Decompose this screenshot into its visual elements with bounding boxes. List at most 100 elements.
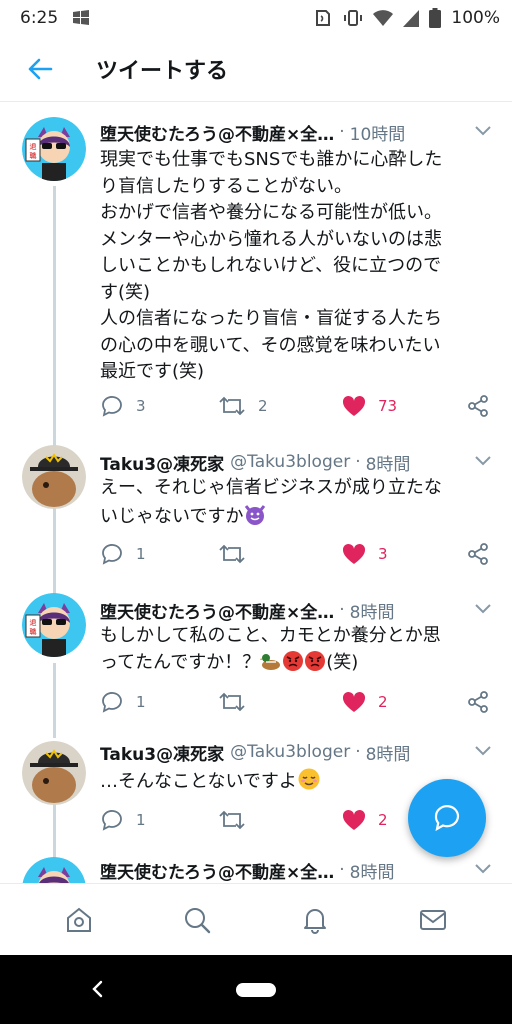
tweet-line: えー、それじゃ信者ビジネスが成り立たな <box>100 477 442 498</box>
avatar[interactable] <box>22 857 86 883</box>
tweet-line: いじゃないですか <box>100 505 244 527</box>
tweet-menu-button[interactable] <box>474 452 492 472</box>
reply-bubble-icon <box>434 805 460 832</box>
page-title: ツイートする <box>96 58 229 84</box>
home-icon <box>67 907 91 932</box>
nfc-icon <box>316 10 331 26</box>
chevron-down-icon <box>475 126 491 136</box>
tweet-line: 人の信者になったり盲信・盲従する人たち <box>100 308 442 329</box>
compose-reply-button[interactable] <box>408 779 486 857</box>
reply-count: 1 <box>136 545 146 563</box>
like-count: 3 <box>378 545 388 563</box>
like-button[interactable]: 73 <box>342 395 397 417</box>
tweet-line: しいことかもしれないけど、役に立つので <box>100 255 442 276</box>
reply-button[interactable]: 3 <box>100 395 146 417</box>
back-button[interactable] <box>12 41 68 97</box>
like-count: 2 <box>378 811 388 829</box>
tweet-time[interactable]: 8時間 <box>366 740 411 765</box>
avatar[interactable]: 退 職 <box>22 117 86 181</box>
author-handle[interactable]: @Taku3bloger <box>230 452 350 472</box>
tweet-time[interactable]: 8時間 <box>350 858 395 883</box>
tweet-menu-button[interactable] <box>474 742 492 762</box>
reply-button[interactable]: 1 <box>100 543 146 565</box>
reply-button[interactable]: 1 <box>100 691 146 713</box>
retweet-button[interactable]: 2 <box>218 396 268 416</box>
separator-dot: · <box>339 122 345 142</box>
share-button[interactable] <box>466 690 490 714</box>
thread-connector <box>53 663 56 738</box>
retweet-button[interactable] <box>218 692 246 712</box>
tweet-menu-button[interactable] <box>474 600 492 620</box>
tweet-menu-button[interactable] <box>474 122 492 142</box>
thread-connector <box>53 509 56 599</box>
tweet-actions: 3 2 73 <box>100 391 492 421</box>
author-name[interactable]: 堕天使むたろう@不動産×全… <box>100 858 334 883</box>
tweet-line: おかげで信者や養分になる可能性が低い。 <box>100 202 442 223</box>
author-name[interactable]: Taku3@凍死家 <box>100 450 224 475</box>
retweet-icon <box>219 544 245 564</box>
bottom-navigation <box>0 883 512 955</box>
angry-face-emoji-icon <box>282 650 304 681</box>
tweet-menu-button[interactable] <box>474 860 492 880</box>
system-home-pill[interactable] <box>236 983 276 997</box>
retweet-icon <box>219 396 245 416</box>
author-name[interactable]: Taku3@凍死家 <box>100 740 224 765</box>
tweet-line: の心の中を覗いて、その感覚を味わいたい <box>100 334 441 356</box>
app-header: ツイートする <box>0 36 512 102</box>
share-icon <box>468 691 488 713</box>
author-name[interactable]: 堕天使むたろう@不動産×全… <box>100 120 334 145</box>
tweet-text: もしかして私のこと、カモとか養分とか思 ってたんですか！？ (笑) <box>100 623 492 680</box>
tweet-header: Taku3@凍死家 @Taku3bloger · 8時間 <box>100 737 492 767</box>
share-button[interactable] <box>466 394 490 418</box>
battery-icon <box>429 8 442 28</box>
avatar[interactable] <box>22 445 86 509</box>
nav-notifications[interactable] <box>285 890 345 950</box>
status-bar: 6:25 100% <box>0 0 512 36</box>
bunny-hat-avatar-icon <box>22 741 86 805</box>
tweet-header: 堕天使むたろう@不動産×全… · 10時間 <box>100 117 492 147</box>
retweet-icon <box>219 810 245 830</box>
avatar[interactable]: 退 職 <box>22 593 86 657</box>
status-time: 6:25 <box>20 8 59 28</box>
chevron-down-icon <box>475 604 491 614</box>
tweet-line-with-emoji: ってたんですか！？ (笑) <box>100 650 492 681</box>
wifi-icon <box>373 10 394 26</box>
heart-filled-icon <box>342 691 366 712</box>
reply-count: 3 <box>136 397 146 415</box>
tweet-time[interactable]: 8時間 <box>366 450 411 475</box>
nav-messages[interactable] <box>403 890 463 950</box>
tweet-time[interactable]: 8時間 <box>350 598 395 623</box>
author-handle[interactable]: @Taku3bloger <box>230 742 350 762</box>
tweet-text: えー、それじゃ信者ビジネスが成り立たな いじゃないですか <box>100 475 492 534</box>
tweet-header: 堕天使むたろう@不動産×全… · 8時間 <box>100 595 492 625</box>
like-button[interactable]: 3 <box>342 543 388 565</box>
like-count: 73 <box>378 397 398 415</box>
nav-search[interactable] <box>167 890 227 950</box>
bell-icon <box>304 908 326 934</box>
like-count: 2 <box>378 693 388 711</box>
retweet-button[interactable] <box>218 544 246 564</box>
vibrate-icon <box>344 10 363 26</box>
tweet-actions: 1 3 <box>100 539 492 569</box>
relieved-face-emoji-icon <box>297 767 321 800</box>
retweet-button[interactable] <box>218 810 246 830</box>
chevron-down-icon <box>475 746 491 756</box>
reply-button[interactable]: 1 <box>100 809 146 831</box>
tweet-thread: 退 職 堕天使むたろう@不動産×全… · 10時間 現実でも仕事でもSNSでも誰… <box>0 103 512 883</box>
angry-face-emoji-icon <box>304 650 326 681</box>
author-name[interactable]: 堕天使むたろう@不動産×全… <box>100 598 334 623</box>
system-back-button[interactable] <box>86 977 110 1001</box>
reply-icon <box>102 692 122 713</box>
separator-dot: · <box>339 600 345 620</box>
nav-home[interactable] <box>49 890 109 950</box>
tweet-time[interactable]: 10時間 <box>350 120 406 145</box>
share-button[interactable] <box>466 542 490 566</box>
heart-filled-icon <box>342 809 366 830</box>
tweet-line: 現実でも仕事でもSNSでも誰かに心酔した <box>100 149 443 170</box>
like-button[interactable]: 2 <box>342 809 388 831</box>
avatar[interactable] <box>22 741 86 805</box>
like-button[interactable]: 2 <box>342 691 388 713</box>
smiling-devil-emoji-icon <box>243 502 267 535</box>
tweet-line: ってたんですか！？ <box>100 651 261 673</box>
windows-icon <box>73 10 90 25</box>
